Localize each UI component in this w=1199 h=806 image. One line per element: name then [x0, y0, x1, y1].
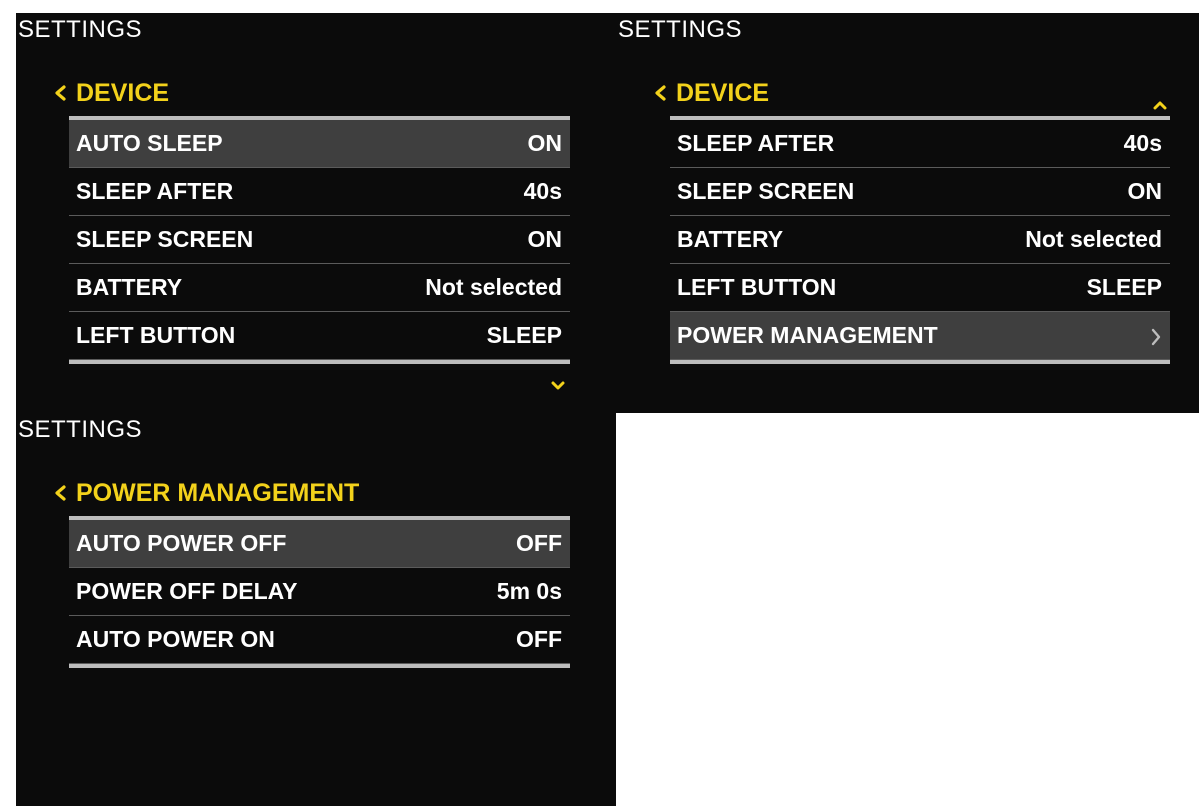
panel-title: SETTINGS: [18, 416, 143, 443]
list-item-battery[interactable]: BATTERY Not selected: [69, 264, 570, 312]
list-item-label: SLEEP SCREEN: [76, 226, 254, 252]
list-item-value: 5m 0s: [496, 578, 562, 604]
chevron-up-icon[interactable]: [1153, 97, 1167, 110]
list-item-value: ON: [527, 130, 563, 156]
list-item-label: SLEEP AFTER: [76, 178, 234, 204]
list-item-value: 40s: [1123, 130, 1162, 156]
back-button-label: DEVICE: [76, 78, 170, 107]
list-item-label: LEFT BUTTON: [76, 322, 236, 348]
list-item-value: OFF: [516, 530, 562, 556]
list-item-auto-sleep[interactable]: AUTO SLEEP ON: [69, 120, 570, 168]
list-item-auto-power-off[interactable]: AUTO POWER OFF OFF: [69, 520, 570, 568]
list-item-label: SLEEP AFTER: [677, 130, 835, 156]
list-item-power-management[interactable]: POWER MANAGEMENT: [670, 312, 1170, 360]
list-item-value: SLEEP: [486, 322, 562, 348]
list-item-label: AUTO POWER ON: [76, 626, 275, 652]
list-item-label: SLEEP SCREEN: [677, 178, 855, 204]
list-item-sleep-screen[interactable]: SLEEP SCREEN ON: [69, 216, 570, 264]
list-item-value: 40s: [523, 178, 562, 204]
list-item-label: LEFT BUTTON: [677, 274, 837, 300]
list-item-left-button[interactable]: LEFT BUTTON SLEEP: [69, 312, 570, 360]
settings-list: AUTO SLEEP ON SLEEP AFTER 40s SLEEP SCRE…: [69, 116, 570, 364]
back-button-device[interactable]: DEVICE: [53, 77, 169, 109]
list-item-label: BATTERY: [76, 274, 183, 300]
chevron-left-icon: [653, 85, 668, 101]
list-item-value: SLEEP: [1086, 274, 1162, 300]
list-item-value: OFF: [516, 626, 562, 652]
settings-panel-device-scrolled: SETTINGS DEVICE SLEEP AFTER 40s SLEEP SC…: [616, 13, 1199, 413]
panel-title: SETTINGS: [18, 16, 143, 43]
list-item-label: AUTO POWER OFF: [76, 530, 287, 556]
list-item-auto-power-on[interactable]: AUTO POWER ON OFF: [69, 616, 570, 664]
list-item-value: Not selected: [425, 274, 562, 300]
list-item-sleep-after[interactable]: SLEEP AFTER 40s: [69, 168, 570, 216]
list-item-battery[interactable]: BATTERY Not selected: [670, 216, 1170, 264]
list-item-sleep-screen[interactable]: SLEEP SCREEN ON: [670, 168, 1170, 216]
settings-panel-device: SETTINGS DEVICE AUTO SLEEP ON SLEEP AFTE…: [16, 13, 616, 413]
chevron-left-icon: [53, 85, 68, 101]
list-item-power-off-delay[interactable]: POWER OFF DELAY 5m 0s: [69, 568, 570, 616]
back-button-label: POWER MANAGEMENT: [76, 478, 360, 507]
back-button-label: DEVICE: [676, 78, 770, 107]
list-item-label: POWER MANAGEMENT: [677, 322, 938, 348]
settings-list: SLEEP AFTER 40s SLEEP SCREEN ON BATTERY …: [670, 116, 1170, 364]
list-bottom-rule: [69, 664, 570, 668]
chevron-down-icon[interactable]: [551, 378, 565, 390]
list-item-sleep-after[interactable]: SLEEP AFTER 40s: [670, 120, 1170, 168]
list-item-value: ON: [527, 226, 563, 252]
back-button-device[interactable]: DEVICE: [653, 77, 769, 109]
chevron-left-icon: [53, 485, 68, 501]
chevron-right-icon: [1150, 326, 1162, 346]
list-bottom-rule: [69, 360, 570, 364]
panel-title: SETTINGS: [618, 16, 743, 43]
back-button-power-management[interactable]: POWER MANAGEMENT: [53, 477, 359, 509]
settings-panel-power-management: SETTINGS POWER MANAGEMENT AUTO POWER OFF…: [16, 413, 616, 806]
list-item-value: Not selected: [1025, 226, 1162, 252]
list-bottom-rule: [670, 360, 1170, 364]
list-item-value: ON: [1127, 178, 1163, 204]
list-item-left-button[interactable]: LEFT BUTTON SLEEP: [670, 264, 1170, 312]
settings-list: AUTO POWER OFF OFF POWER OFF DELAY 5m 0s…: [69, 516, 570, 668]
list-item-label: POWER OFF DELAY: [76, 578, 298, 604]
list-item-label: AUTO SLEEP: [76, 130, 223, 156]
list-item-label: BATTERY: [677, 226, 784, 252]
